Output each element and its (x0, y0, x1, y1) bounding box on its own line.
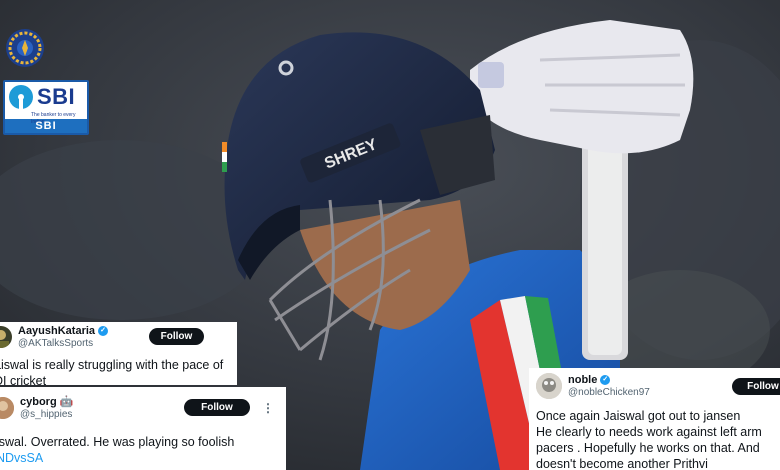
display-name[interactable]: AayushKataria (18, 325, 95, 338)
tweet-text: iswal. Overrated. He was playing so fool… (0, 434, 286, 466)
tweet-header: AayushKataria ✓ @AKTalksSports Follow (0, 325, 237, 349)
bcci-crest-icon (4, 27, 46, 69)
tweet-text: Once again Jaiswal got out to jansen He … (536, 408, 780, 470)
user-handle[interactable]: @AKTalksSports (18, 338, 108, 350)
sbi-bar: SBI (5, 119, 87, 133)
more-options-icon[interactable]: ⋮ (262, 401, 274, 415)
tweet-line: pacers . Hopefully he works on that. And (536, 441, 760, 455)
user-handle[interactable]: @nobleChicken97 (568, 387, 650, 399)
sbi-tagline: The banker to every Indian (31, 112, 76, 125)
avatar[interactable] (536, 373, 562, 399)
sbi-keyhole-icon (9, 85, 33, 109)
avatar[interactable] (0, 326, 12, 348)
follow-button[interactable]: Follow (149, 328, 204, 345)
hashtag-link[interactable]: NDvsSA (0, 450, 286, 466)
sbi-bar-text: SBI (35, 120, 57, 132)
follow-button[interactable]: Follow (732, 378, 780, 395)
verified-badge-icon: ✓ (98, 326, 109, 337)
display-name[interactable]: cyborg (20, 396, 57, 409)
tweet-line: iswal. Overrated. He was playing so fool… (0, 435, 235, 449)
avatar[interactable] (0, 397, 14, 419)
tweet-line: aiswal is really struggling with the pac… (0, 358, 224, 372)
follow-button[interactable]: Follow (184, 399, 250, 416)
tweet-card: AayushKataria ✓ @AKTalksSports Follow ai… (0, 322, 237, 385)
sbi-wordmark: SBI (37, 84, 76, 109)
tweet-line: doesn't become another Prithvi (536, 457, 708, 470)
sbi-logo: SBI The banker to every Indian SBI (3, 80, 89, 135)
tweet-header: noble ✓ @nobleChicken97 Follow (536, 371, 780, 401)
tweet-header: cyborg 🤖 @s_hippies Follow ⋮ (0, 395, 286, 421)
tweet-card: cyborg 🤖 @s_hippies Follow ⋮ iswal. Over… (0, 387, 286, 470)
display-name[interactable]: noble (568, 374, 597, 387)
tweet-line: He clearly to needs work against left ar… (536, 425, 762, 439)
verified-badge-icon: ✓ (600, 375, 611, 386)
tweet-line: DI cricket (0, 374, 47, 385)
user-handle[interactable]: @s_hippies (20, 409, 73, 421)
robot-emoji-icon: 🤖 (59, 395, 74, 408)
tweet-card: noble ✓ @nobleChicken97 Follow Once agai… (529, 368, 780, 470)
tweet-line: Once again Jaiswal got out to jansen (536, 409, 741, 423)
tweet-text: aiswal is really struggling with the pac… (0, 357, 224, 385)
